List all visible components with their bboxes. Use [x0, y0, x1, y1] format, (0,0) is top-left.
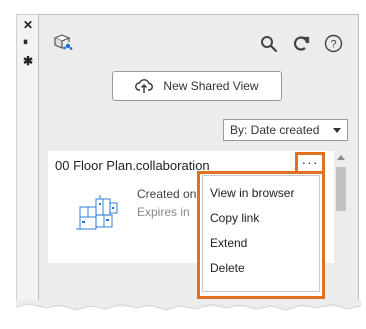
torn-edge-decoration [16, 300, 361, 311]
menu-item-view-in-browser[interactable]: View in browser [210, 186, 294, 200]
context-menu: View in browser Copy link Extend Delete [197, 171, 325, 299]
created-on-text: Created on [137, 187, 197, 201]
help-icon[interactable]: ? [324, 34, 343, 53]
svg-text:?: ? [330, 39, 336, 51]
floor-plan-thumbnail [76, 195, 118, 230]
expires-in-text: Expires in [137, 205, 190, 219]
shared-view-title: 00 Floor Plan.collaboration [55, 158, 210, 173]
scrollbar[interactable] [334, 151, 348, 307]
scroll-up-arrow-icon[interactable] [337, 155, 345, 160]
chevron-down-icon [333, 128, 341, 133]
sort-selected-value: By: Date created [230, 123, 320, 137]
new-shared-view-label: New Shared View [163, 79, 259, 93]
menu-item-delete[interactable]: Delete [210, 261, 245, 275]
new-shared-view-button[interactable]: New Shared View [112, 71, 282, 101]
shared-views-panel: ? New Shared View By: Date created 00 Fl… [38, 14, 359, 307]
close-icon[interactable]: ✕ [23, 19, 33, 31]
search-icon[interactable] [260, 35, 278, 53]
settings-icon[interactable]: ✱ [23, 55, 33, 67]
context-menu-list: View in browser Copy link Extend Delete [202, 175, 320, 292]
palette-side-strip: ✕ ⏸ ✱ [16, 14, 39, 305]
refresh-icon[interactable] [292, 35, 310, 53]
cloud-upload-icon [135, 79, 154, 93]
sort-dropdown[interactable]: By: Date created [223, 119, 348, 141]
menu-item-extend[interactable]: Extend [210, 236, 247, 250]
shared-views-icon [53, 34, 73, 50]
scrollbar-thumb[interactable] [336, 167, 346, 211]
pin-icon[interactable]: ⏸ [23, 37, 28, 49]
menu-item-copy-link[interactable]: Copy link [210, 211, 259, 225]
